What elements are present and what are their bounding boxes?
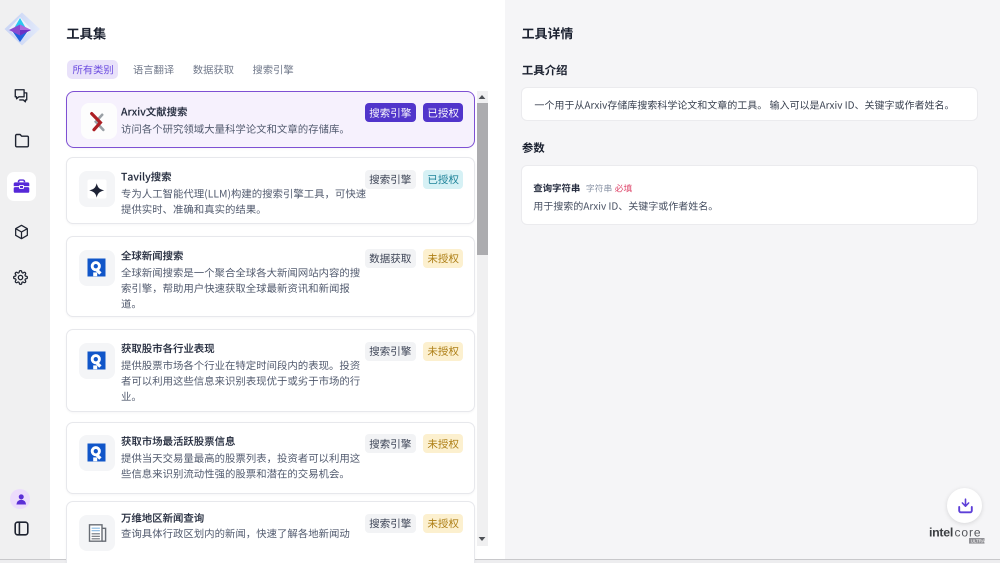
svg-text:intel: intel [929,526,953,540]
svg-text:core: core [955,526,982,540]
svg-text:ULTRA: ULTRA [971,538,985,543]
